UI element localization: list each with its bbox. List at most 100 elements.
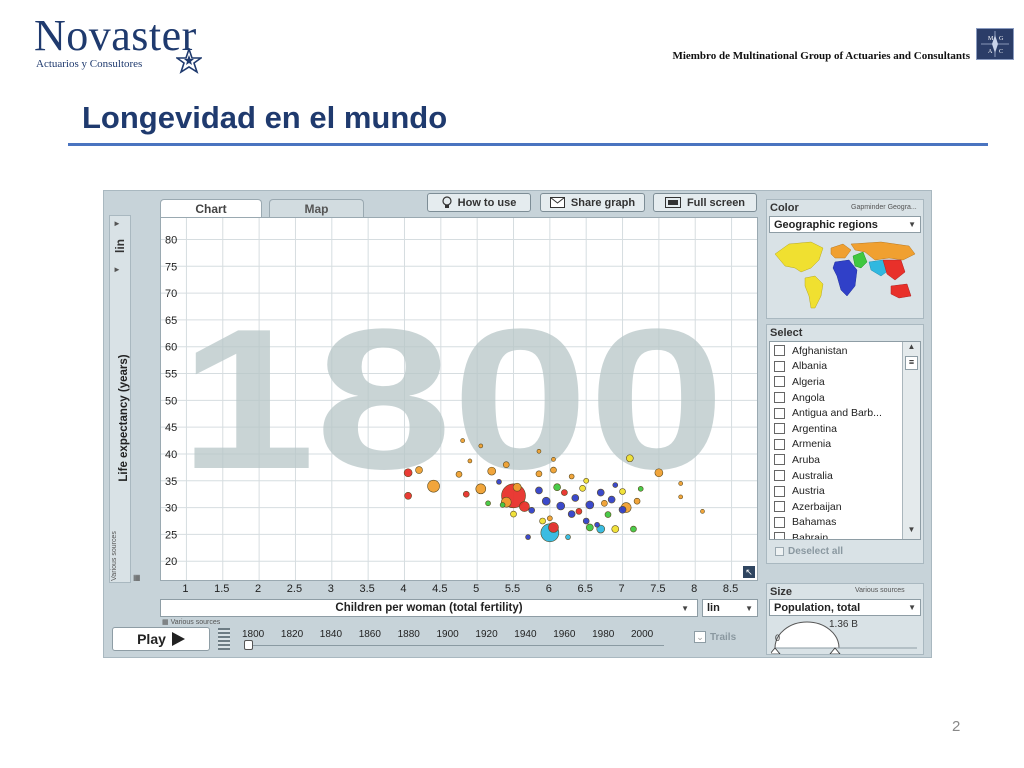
country-checkbox[interactable] xyxy=(774,407,785,419)
country-checkbox[interactable] xyxy=(774,485,785,497)
country-checkbox[interactable] xyxy=(774,532,785,539)
country-bubble[interactable] xyxy=(678,481,683,486)
country-list-item[interactable]: Azerbaijan xyxy=(770,499,900,515)
country-bubble[interactable] xyxy=(403,468,413,478)
full-screen-button[interactable]: Full screen xyxy=(653,193,757,212)
country-bubble[interactable] xyxy=(553,483,561,492)
country-bubble[interactable] xyxy=(541,496,551,506)
share-graph-button[interactable]: Share graph xyxy=(540,193,645,212)
country-bubble[interactable] xyxy=(499,502,506,508)
country-checkbox[interactable] xyxy=(774,392,785,404)
country-list-item[interactable]: Australia xyxy=(770,468,900,484)
country-list-item[interactable]: Afghanistan xyxy=(770,343,900,359)
country-bubble[interactable] xyxy=(467,458,473,464)
country-bubble[interactable] xyxy=(561,489,568,496)
country-bubble[interactable] xyxy=(585,500,595,510)
country-checkbox[interactable] xyxy=(774,345,785,357)
country-list-item[interactable]: Austria xyxy=(770,483,900,499)
country-list-item[interactable]: Armenia xyxy=(770,437,900,453)
country-bubble[interactable] xyxy=(601,500,608,507)
country-checkbox[interactable] xyxy=(774,501,785,513)
country-bubble[interactable] xyxy=(607,495,616,504)
deselect-all-button[interactable]: Deselect all xyxy=(775,546,843,557)
tab-map[interactable]: Map xyxy=(269,199,364,217)
country-bubble[interactable] xyxy=(528,506,535,514)
tab-chart[interactable]: Chart xyxy=(160,199,262,217)
table-small-icon[interactable]: ▦ xyxy=(162,619,169,626)
timeline[interactable]: 1800 1820 1840 1860 1880 1900 1920 1940 1960 1980… xyxy=(232,627,677,653)
country-bubble[interactable] xyxy=(582,517,590,525)
country-bubble[interactable] xyxy=(630,525,637,533)
country-list-item[interactable]: Aruba xyxy=(770,452,900,468)
country-list-scrollbar[interactable]: ▲ ≡ ▼ xyxy=(902,342,920,539)
country-bubble[interactable] xyxy=(637,486,644,492)
country-bubble[interactable] xyxy=(404,492,412,500)
country-bubble[interactable] xyxy=(462,490,470,498)
country-bubble[interactable] xyxy=(536,448,542,454)
size-selector[interactable]: Population, total ▼ xyxy=(769,599,921,616)
country-bubble[interactable] xyxy=(626,454,634,463)
x-axis-selector[interactable]: Children per woman (total fertility) ▼ xyxy=(160,599,698,617)
y-axis-label[interactable]: Life expectancy (years) xyxy=(118,354,130,481)
trails-toggle[interactable]: ⌄ Trails xyxy=(694,631,736,643)
country-checkbox[interactable] xyxy=(774,516,785,528)
region-world-map[interactable] xyxy=(771,238,921,312)
country-bubble[interactable] xyxy=(535,486,543,495)
country-bubble[interactable] xyxy=(611,525,620,533)
country-checkbox[interactable] xyxy=(774,470,785,482)
country-bubble[interactable] xyxy=(596,488,605,497)
country-bubble[interactable] xyxy=(535,470,543,478)
country-list-item[interactable]: Algeria xyxy=(770,374,900,390)
country-bubble[interactable] xyxy=(475,483,487,495)
country-checkbox[interactable] xyxy=(774,423,785,435)
country-checkbox[interactable] xyxy=(774,438,785,450)
country-bubble[interactable] xyxy=(619,488,626,495)
scroll-thumb[interactable]: ≡ xyxy=(905,356,918,370)
scroll-down-arrow-icon[interactable]: ▼ xyxy=(903,525,920,539)
country-list-item[interactable]: Angola xyxy=(770,390,900,406)
country-bubble[interactable] xyxy=(579,484,586,492)
scroll-up-arrow-icon[interactable]: ▲ xyxy=(903,342,920,356)
country-bubble[interactable] xyxy=(612,482,619,488)
country-checkbox[interactable] xyxy=(774,376,785,388)
country-bubble[interactable] xyxy=(460,438,465,443)
y-scale-toggle[interactable]: lin xyxy=(113,239,127,253)
timeline-slider-handle[interactable] xyxy=(244,640,253,650)
country-bubble[interactable] xyxy=(547,515,553,522)
country-bubble[interactable] xyxy=(583,477,589,484)
country-bubble[interactable] xyxy=(512,482,522,492)
play-button[interactable]: Play xyxy=(112,627,210,651)
color-selector[interactable]: Geographic regions ▼ xyxy=(769,216,921,233)
country-bubble[interactable] xyxy=(415,466,423,474)
country-bubble[interactable] xyxy=(586,523,594,532)
country-bubble[interactable] xyxy=(633,497,641,505)
country-bubble[interactable] xyxy=(571,494,580,502)
country-bubble[interactable] xyxy=(594,521,600,528)
country-bubble[interactable] xyxy=(502,461,510,468)
zoom-reset-arrow-icon[interactable]: ↖ xyxy=(743,566,755,578)
country-list-item[interactable]: Bahamas xyxy=(770,515,900,531)
how-to-use-button[interactable]: How to use xyxy=(427,193,531,212)
country-checkbox[interactable] xyxy=(774,454,785,466)
chart-canvas[interactable]: 1800 20 25 30 35 40 45 50 55 60 65 70 75 80 xyxy=(161,218,757,580)
y-indicator-arrow-icon[interactable]: ► xyxy=(113,265,121,274)
country-bubble[interactable] xyxy=(568,473,575,480)
country-bubble[interactable] xyxy=(567,510,576,518)
country-bubble[interactable] xyxy=(556,501,566,511)
speed-grip-icon[interactable] xyxy=(218,628,230,650)
country-bubble[interactable] xyxy=(519,501,530,512)
country-bubble[interactable] xyxy=(525,534,531,540)
country-bubble[interactable] xyxy=(678,494,683,500)
y-scale-arrow-icon[interactable]: ► xyxy=(113,219,121,228)
country-bubble[interactable] xyxy=(427,479,440,493)
country-bubble[interactable] xyxy=(700,509,705,514)
country-bubble[interactable] xyxy=(565,534,571,540)
country-list-item[interactable]: Antigua and Barb... xyxy=(770,405,900,421)
country-bubble[interactable] xyxy=(478,443,484,449)
country-bubble[interactable] xyxy=(510,510,517,518)
country-bubble[interactable] xyxy=(455,471,463,478)
country-list-item[interactable]: Albania xyxy=(770,359,900,375)
country-bubble[interactable] xyxy=(654,468,664,478)
country-bubble[interactable] xyxy=(551,457,556,462)
timeline-track[interactable] xyxy=(244,645,664,646)
